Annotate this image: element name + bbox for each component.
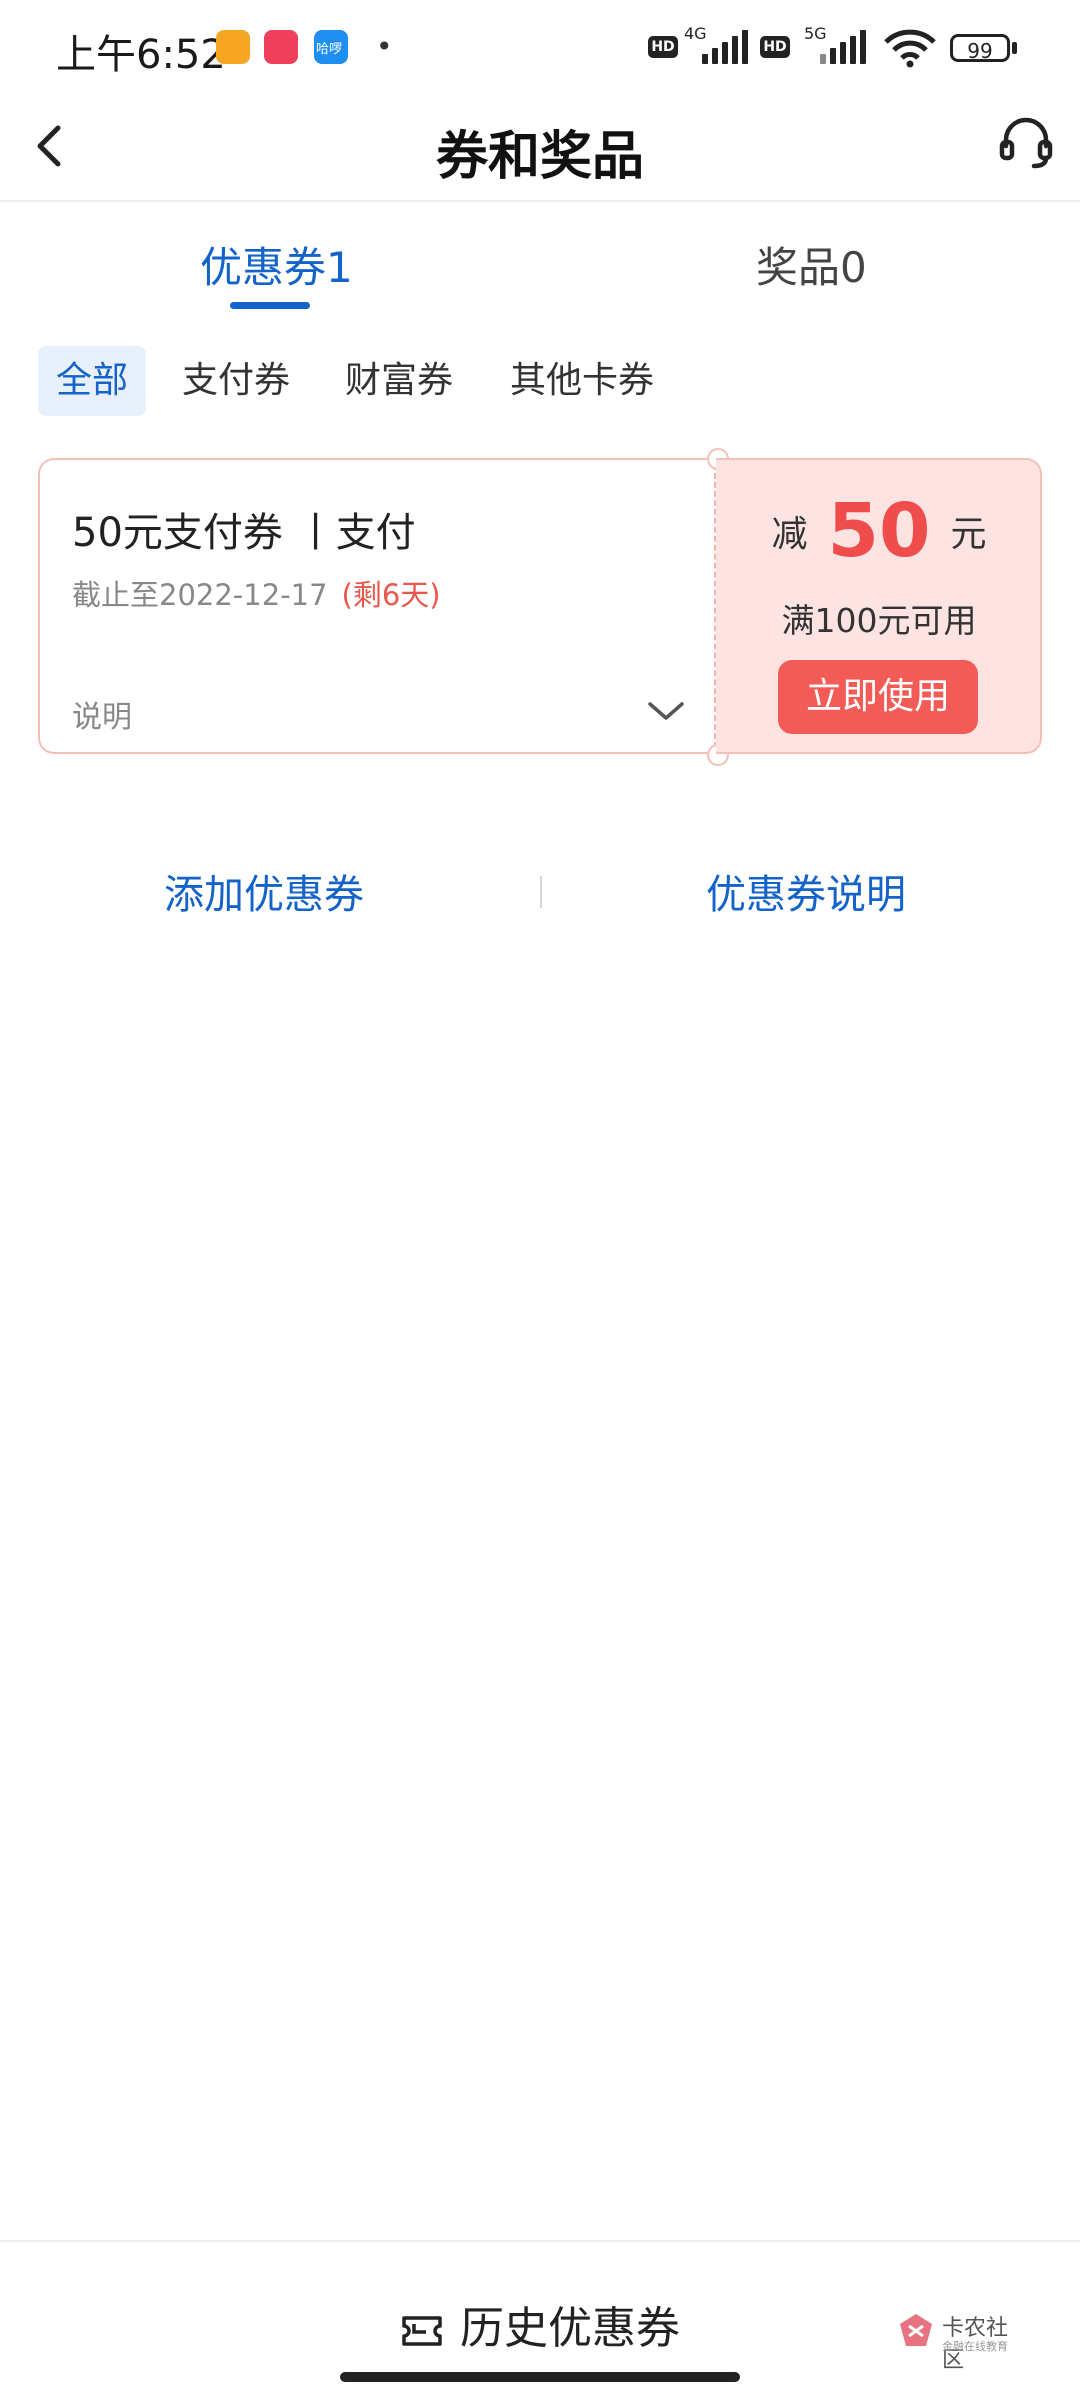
coupon-card: 50元支付券 丨支付 截止至2022-12-17 (剩6天) 说明 减 50 元 满1…: [38, 448, 1042, 766]
more-notifications-dot: •: [376, 30, 393, 63]
coupon-value-panel: 减 50 元 满100元可用 立即使用: [716, 458, 1042, 754]
filter-other-cards[interactable]: 其他卡券: [510, 346, 654, 416]
use-now-button[interactable]: 立即使用: [778, 660, 978, 734]
history-coupons-label: 历史优惠券: [460, 2303, 680, 2354]
coupon-links: 添加优惠券 优惠券说明: [0, 850, 1080, 930]
coupon-description-toggle[interactable]: 说明: [72, 692, 132, 736]
battery-tip: [1012, 42, 1017, 54]
customer-service-headset-icon[interactable]: [996, 112, 1056, 172]
coupon-amount: 50: [827, 488, 931, 574]
ticket-icon: [402, 2316, 442, 2346]
filter-payment-coupons[interactable]: 支付券: [182, 346, 290, 416]
coupon-info-link[interactable]: 优惠券说明: [706, 862, 906, 920]
filter-wealth-coupons[interactable]: 财富券: [345, 346, 453, 416]
page-title: 券和奖品: [435, 127, 644, 187]
chevron-down-icon[interactable]: [646, 696, 686, 726]
coupon-expiry-date: 截止至2022-12-17: [72, 578, 328, 612]
coupon-name: 50元支付券 丨支付: [72, 510, 416, 556]
filter-all[interactable]: 全部: [38, 346, 146, 416]
coupon-minus-label: 减: [771, 514, 808, 555]
hd-icon: HD: [648, 36, 678, 58]
main-tabs: 优惠券1 奖品0: [0, 210, 1080, 320]
nav-bar: 券和奖品: [0, 96, 1080, 202]
tab-coupons[interactable]: 优惠券1: [200, 234, 353, 295]
watermark: 卡农社区 金融在线教育: [898, 2306, 1028, 2373]
signal-icon: [702, 30, 752, 64]
signal-icon: [820, 30, 870, 64]
status-bar: 上午6:52 哈啰 • HD 4G HD 5G 99: [0, 0, 1080, 96]
notification-app-icon: [264, 30, 298, 64]
app-icon-label: 哈啰: [316, 42, 343, 57]
add-coupon-link[interactable]: 添加优惠券: [164, 862, 364, 920]
home-indicator[interactable]: [340, 2372, 740, 2382]
wifi-icon: [884, 29, 936, 68]
forum-logo-icon: [900, 2314, 932, 2346]
coupon-expiry: 截止至2022-12-17 (剩6天): [72, 572, 441, 614]
hd-icon: HD: [760, 36, 790, 58]
battery-icon: 99: [950, 34, 1010, 63]
coupon-info-panel: 50元支付券 丨支付 截止至2022-12-17 (剩6天) 说明: [38, 458, 714, 754]
links-divider: [540, 876, 542, 908]
active-tab-indicator: [230, 302, 310, 309]
tab-prizes[interactable]: 奖品0: [756, 234, 867, 295]
watermark-subtext: 金融在线教育: [942, 2340, 1008, 2353]
coupon-remaining-days: (剩6天): [341, 578, 441, 612]
coupon-amount-row: 减 50 元: [716, 488, 1042, 574]
coupon-condition: 满100元可用: [781, 601, 977, 640]
notification-app-icon: [216, 30, 250, 64]
status-time: 上午6:52: [56, 32, 226, 78]
coupon-unit: 元: [950, 514, 987, 555]
